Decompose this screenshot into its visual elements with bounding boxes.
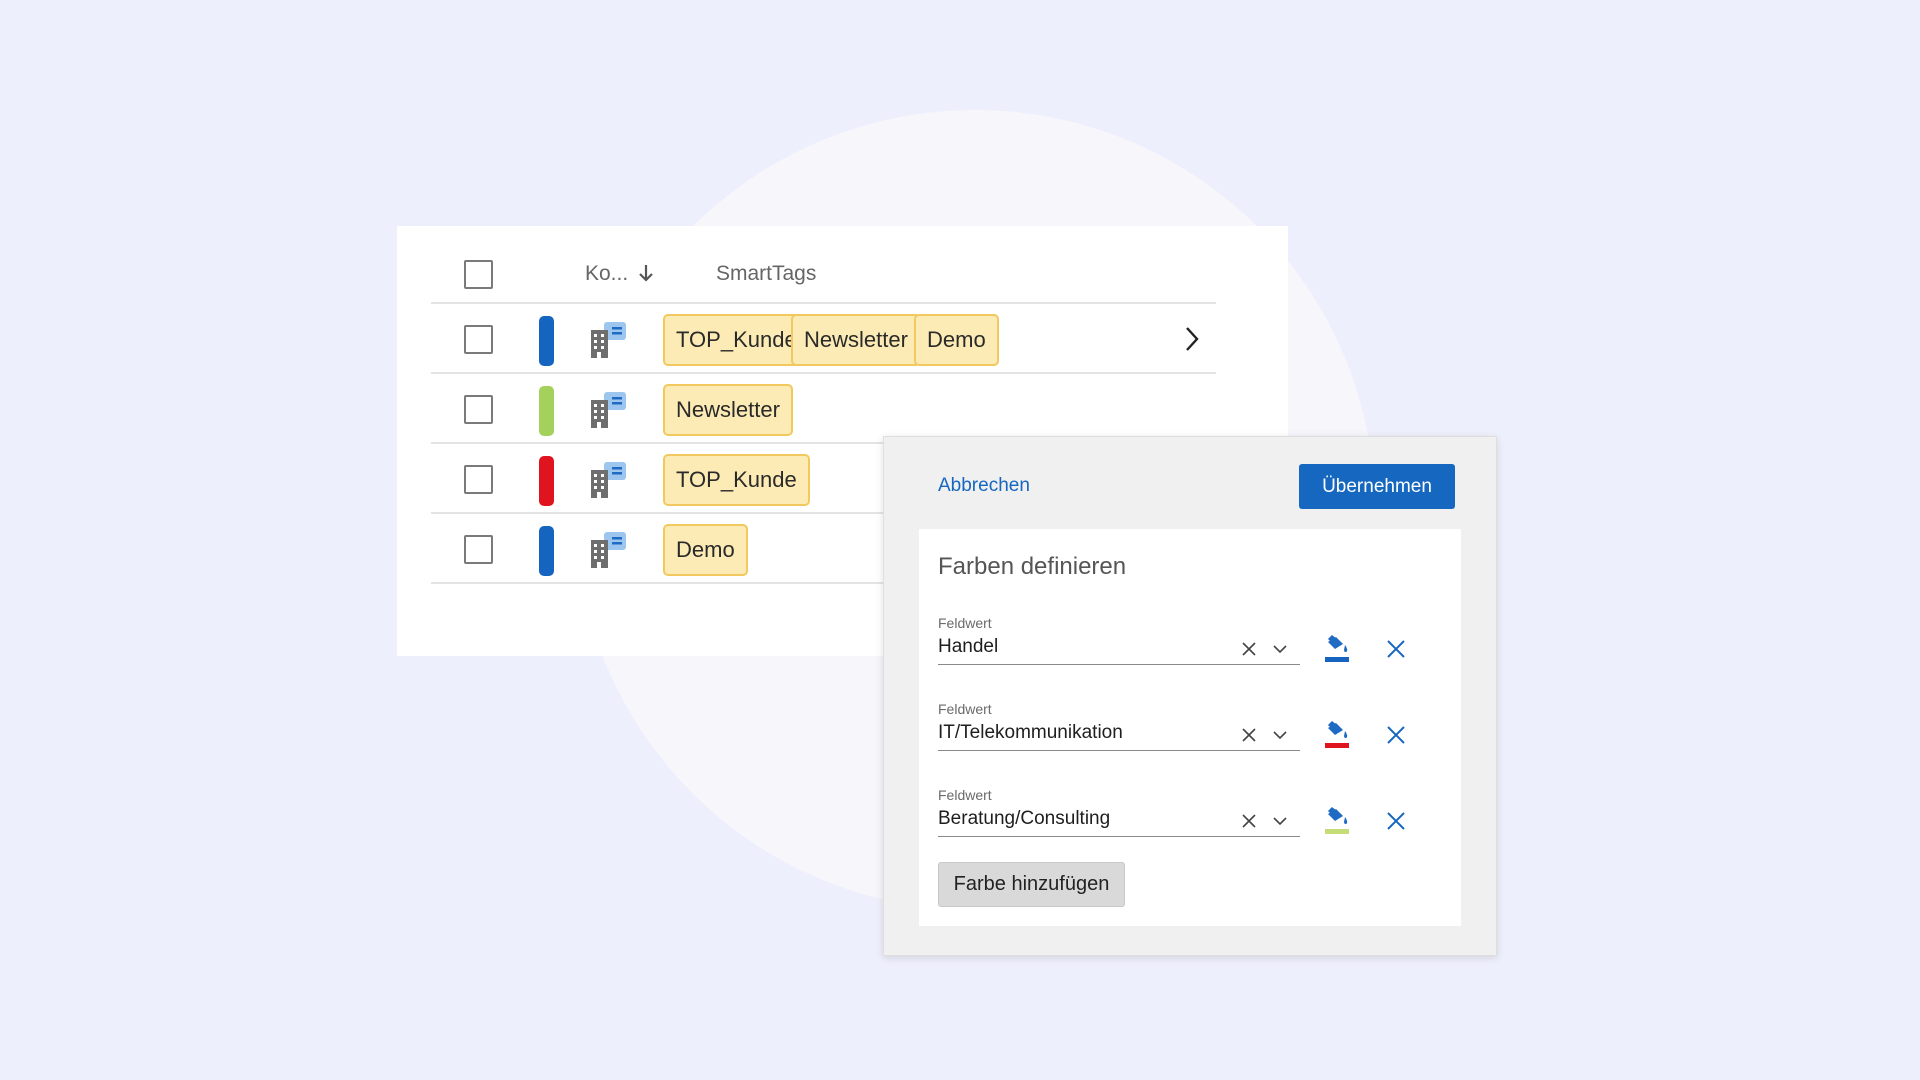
add-color-button[interactable]: Farbe hinzufügen	[938, 862, 1125, 907]
row-checkbox[interactable]	[464, 325, 493, 354]
field-underline	[938, 836, 1300, 837]
apply-button[interactable]: Übernehmen	[1299, 464, 1455, 509]
smarttag: Newsletter	[663, 384, 793, 436]
chevron-down-icon[interactable]	[1272, 729, 1288, 741]
chevron-right-icon[interactable]	[1182, 324, 1202, 354]
close-icon[interactable]	[1241, 813, 1257, 829]
row-color-bar	[539, 386, 554, 436]
row-color-bar	[539, 316, 554, 366]
row-checkbox[interactable]	[464, 465, 493, 494]
paint-bucket-icon[interactable]	[1323, 632, 1351, 664]
column-header-smarttags: SmartTags	[716, 262, 817, 285]
panel-title: Farben definieren	[938, 553, 1127, 580]
paint-bucket-icon[interactable]	[1323, 718, 1351, 750]
row-checkbox[interactable]	[464, 395, 493, 424]
cancel-button[interactable]: Abbrechen	[938, 475, 1030, 497]
field-label: Feldwert	[938, 787, 992, 803]
row-color-bar	[539, 456, 554, 506]
field-label: Feldwert	[938, 615, 992, 631]
column-header-ko[interactable]: Ko...	[585, 262, 628, 286]
field-value-row: Feldwert Beratung/Consulting	[938, 787, 1438, 847]
smarttag: Newsletter	[791, 314, 921, 366]
company-building-icon	[591, 322, 626, 358]
table-header: Ko... SmartTags	[431, 248, 1216, 304]
color-definition-panel: Farben definieren Feldwert Handel Feldwe…	[919, 529, 1461, 926]
close-icon[interactable]	[1385, 810, 1407, 832]
color-definition-dialog: Abbrechen Übernehmen Farben definieren F…	[883, 436, 1497, 956]
field-label: Feldwert	[938, 701, 992, 717]
field-value-select[interactable]: Handel	[938, 636, 998, 658]
smarttag: Demo	[663, 524, 748, 576]
table-row[interactable]: Newsletter	[431, 374, 1216, 444]
row-color-bar	[539, 526, 554, 576]
chevron-down-icon[interactable]	[1272, 643, 1288, 655]
field-underline	[938, 750, 1300, 751]
field-value-select[interactable]: Beratung/Consulting	[938, 808, 1110, 830]
table-row[interactable]: TOP_Kunde Newsletter Demo	[431, 304, 1216, 374]
smarttag: Demo	[914, 314, 999, 366]
arrow-down-icon[interactable]	[637, 262, 655, 284]
company-building-icon	[591, 392, 626, 428]
close-icon[interactable]	[1241, 641, 1257, 657]
close-icon[interactable]	[1385, 638, 1407, 660]
close-icon[interactable]	[1241, 727, 1257, 743]
row-checkbox[interactable]	[464, 535, 493, 564]
field-value-select[interactable]: IT/Telekommunikation	[938, 722, 1123, 744]
chevron-down-icon[interactable]	[1272, 815, 1288, 827]
select-all-checkbox[interactable]	[464, 260, 493, 289]
smarttag: TOP_Kunde	[663, 314, 810, 366]
close-icon[interactable]	[1385, 724, 1407, 746]
field-value-row: Feldwert Handel	[938, 615, 1438, 675]
paint-bucket-icon[interactable]	[1323, 804, 1351, 836]
field-value-row: Feldwert IT/Telekommunikation	[938, 701, 1438, 761]
field-underline	[938, 664, 1300, 665]
smarttag: TOP_Kunde	[663, 454, 810, 506]
company-building-icon	[591, 462, 626, 498]
company-building-icon	[591, 532, 626, 568]
